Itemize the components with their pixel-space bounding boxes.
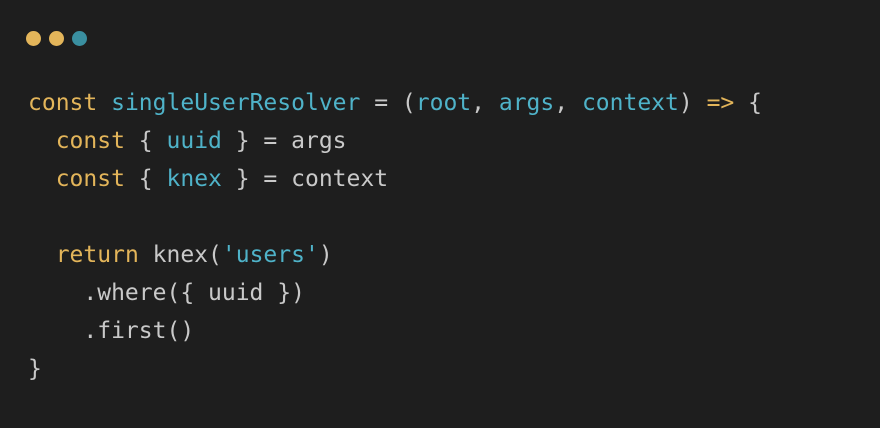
zoom-button[interactable]: [72, 31, 87, 46]
code-token-identifier: knex: [166, 166, 222, 192]
code-token-identifier: root: [415, 90, 472, 116]
window-controls: [26, 31, 87, 47]
code-token-plain: {: [734, 90, 762, 116]
code-token-identifier: 'users': [221, 242, 319, 268]
code-block: const singleUserResolver = (root, args, …: [28, 84, 762, 388]
code-line: .first(): [28, 312, 762, 350]
code-line: const { knex } = context: [28, 160, 762, 198]
code-token-identifier: uuid: [166, 128, 222, 154]
code-token-identifier: context: [581, 90, 679, 116]
code-token-keyword: const: [55, 128, 125, 154]
code-token-identifier: singleUserResolver: [111, 90, 361, 116]
code-line: .where({ uuid }): [28, 274, 762, 312]
code-token-keyword: const: [28, 90, 98, 116]
code-token-plain: ,: [554, 90, 582, 116]
code-token-identifier: args: [498, 90, 555, 116]
code-line: const { uuid } = args: [28, 122, 762, 160]
code-line: return knex('users'): [28, 236, 762, 274]
code-token-keyword: =>: [706, 90, 735, 116]
code-token-keyword: const: [55, 166, 125, 192]
code-token-plain: } = context: [221, 166, 389, 192]
code-token-plain: {: [124, 166, 167, 192]
code-token-plain: } = args: [221, 128, 347, 154]
code-token-plain: }: [28, 356, 42, 382]
code-token-plain: .first(): [28, 318, 195, 344]
code-window: const singleUserResolver = (root, args, …: [0, 0, 880, 428]
code-token-plain: ,: [471, 90, 499, 116]
code-token-plain: ): [678, 90, 707, 116]
code-token-plain: .where({ uuid }): [28, 280, 305, 306]
minimize-button[interactable]: [49, 31, 64, 46]
code-token-plain: {: [124, 128, 167, 154]
code-token-keyword: return: [55, 242, 139, 268]
code-token-plain: ): [318, 242, 333, 268]
code-line: }: [28, 350, 762, 388]
code-line: const singleUserResolver = (root, args, …: [28, 84, 762, 122]
close-button[interactable]: [26, 31, 41, 46]
code-token-plain: = (: [360, 90, 416, 116]
code-token-plain: knex(: [138, 242, 222, 268]
